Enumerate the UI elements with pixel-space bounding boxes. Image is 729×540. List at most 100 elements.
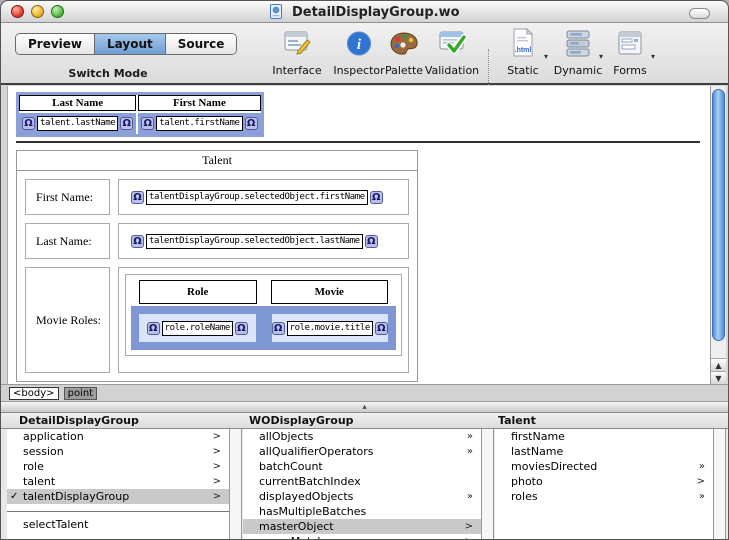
browser-item[interactable]: application >	[7, 429, 229, 444]
window-title-text: DetailDisplayGroup.wo	[291, 5, 460, 20]
browser-item[interactable]: hasMultipleBatches	[243, 504, 481, 519]
validation-label: Validation	[424, 64, 480, 77]
bound-check-icon: ✓	[10, 491, 19, 502]
browser-item[interactable]: firstName	[495, 429, 713, 444]
forms-button[interactable]: ▾ Forms	[593, 29, 667, 77]
wostring-element[interactable]: Ω talent.lastName Ω	[22, 116, 134, 131]
scroll-down-arrow[interactable]: ▼	[711, 371, 726, 384]
browser-column-talent[interactable]: firstName lastName moviesDirected» photo…	[495, 429, 713, 539]
scroll-up-arrow[interactable]: ▲	[711, 358, 726, 371]
browser-item[interactable]: talent >	[7, 474, 229, 489]
movie-roles-cell[interactable]: Role Movie Ω role.roleName Ω Ω role.movi…	[118, 267, 409, 373]
browser-item-selected[interactable]: masterObject >	[243, 519, 481, 534]
binding-icon: Ω	[120, 117, 134, 130]
browser-item[interactable]: allQualifierOperators»	[243, 444, 481, 459]
switch-mode-segmented-control: Preview Layout Source	[15, 33, 238, 55]
column-header[interactable]: Movie	[270, 280, 388, 304]
keys-actions-separator	[7, 511, 229, 512]
browser-item[interactable]: role >	[7, 459, 229, 474]
movie-roles-table[interactable]: Role Movie Ω role.roleName Ω Ω role.movi…	[125, 274, 402, 356]
browser-item[interactable]: roles»	[495, 489, 713, 504]
column-scrollbar[interactable]	[481, 429, 494, 539]
binding-icon: Ω	[146, 321, 160, 335]
segment-source[interactable]: Source	[165, 34, 237, 54]
pane-splitter[interactable]: ▴	[1, 401, 728, 413]
scrollbar-thumb[interactable]	[712, 89, 725, 341]
browser-item[interactable]: currentBatchIndex	[243, 474, 481, 489]
wostring-element[interactable]: Ω role.movie.title Ω	[271, 320, 388, 336]
talent-repetition-table[interactable]: Last Name First Name Ω talent.lastName Ω…	[16, 92, 264, 137]
window-title: DetailDisplayGroup.wo	[1, 4, 728, 23]
repetition-cell[interactable]: Ω role.movie.title Ω	[271, 314, 388, 342]
title-bar[interactable]: DetailDisplayGroup.wo	[1, 1, 728, 23]
field-label[interactable]: Last Name:	[25, 223, 110, 259]
browser-item[interactable]: session >	[7, 444, 229, 459]
layout-canvas[interactable]: Last Name First Name Ω talent.lastName Ω…	[7, 86, 726, 384]
browser-item[interactable]: lastName	[495, 444, 713, 459]
column-scrollbar[interactable]	[713, 429, 726, 539]
browser-column-detaildisplaygroup[interactable]: application > session > role > talent > ✓ tal…	[7, 429, 229, 539]
chevron-right-icon: >	[464, 521, 473, 532]
field-label[interactable]: Movie Roles:	[25, 267, 110, 373]
browser-item[interactable]: queryMatch>	[243, 534, 481, 539]
toolbar-toggle-pill[interactable]	[689, 8, 710, 19]
binding-keypath: talent.firstName	[156, 116, 243, 131]
binding-keypath: talentDisplayGroup.selectedObject.lastNa…	[146, 233, 363, 249]
browser-item-selected[interactable]: ✓ talentDisplayGroup >	[7, 489, 229, 504]
path-item-selected[interactable]: point	[63, 387, 98, 400]
wostring-element[interactable]: Ω role.roleName Ω	[146, 320, 248, 336]
repetition-cell[interactable]: Ω role.roleName Ω	[139, 314, 256, 342]
browser-item[interactable]: allObjects»	[243, 429, 481, 444]
browser-item[interactable]: photo >	[495, 474, 713, 489]
double-chevron-icon: »	[466, 446, 473, 457]
toolbar: Preview Layout Source Switch Mode Interf…	[1, 23, 728, 103]
column-scrollbar[interactable]	[229, 429, 242, 539]
canvas-vertical-scrollbar[interactable]: ▲ ▼	[710, 86, 726, 384]
webobjects-builder-window: DetailDisplayGroup.wo Preview Layout Sou…	[0, 0, 729, 540]
static-html-icon: .html	[511, 27, 535, 61]
column-header[interactable]: First Name	[138, 95, 261, 111]
binding-keypath: role.movie.title	[286, 320, 373, 336]
chevron-right-icon: >	[212, 431, 221, 442]
dropdown-arrow-icon: ▾	[650, 52, 655, 61]
browser-column-title: WODisplayGroup	[249, 414, 354, 427]
double-chevron-icon: »	[466, 431, 473, 442]
switch-mode-caption: Switch Mode	[68, 67, 148, 80]
field-cell[interactable]: Ω talentDisplayGroup.selectedObject.last…	[118, 223, 409, 259]
double-chevron-icon: »	[698, 461, 705, 472]
segment-layout[interactable]: Layout	[95, 34, 166, 54]
chevron-right-icon: >	[212, 491, 221, 502]
binding-keypath: talent.lastName	[37, 116, 119, 131]
binding-icon: Ω	[374, 321, 388, 335]
browser-item[interactable]: moviesDirected»	[495, 459, 713, 474]
wostring-element[interactable]: Ω talentDisplayGroup.selectedObject.last…	[131, 233, 378, 249]
binding-icon: Ω	[271, 321, 285, 335]
horizontal-rule[interactable]	[16, 141, 700, 143]
browser-action-item[interactable]: selectTalent	[7, 517, 229, 532]
field-label[interactable]: First Name:	[25, 179, 110, 215]
column-header[interactable]: Role	[139, 280, 257, 304]
validation-button[interactable]: Validation	[415, 29, 489, 77]
repetition-cell[interactable]: Ω talent.firstName Ω	[138, 113, 261, 134]
table-title[interactable]: Talent	[17, 151, 417, 171]
browser-item[interactable]: batchCount	[243, 459, 481, 474]
forms-label: Forms	[613, 64, 647, 77]
column-header[interactable]: Last Name	[19, 95, 137, 111]
browser-column-wodisplaygroup[interactable]: allObjects» allQualifierOperators» batch…	[243, 429, 481, 539]
double-chevron-icon: »	[466, 491, 473, 502]
chevron-right-icon: >	[696, 476, 705, 487]
wostring-element[interactable]: Ω talent.firstName Ω	[141, 116, 258, 131]
binding-icon: Ω	[141, 117, 155, 130]
repetition-cell[interactable]: Ω talent.lastName Ω	[19, 113, 137, 134]
wostring-element[interactable]: Ω talentDisplayGroup.selectedObject.firs…	[131, 189, 383, 205]
browser-item[interactable]: displayedObjects»	[243, 489, 481, 504]
talent-form-table[interactable]: Talent First Name: Ω talentDisplayGroup.…	[16, 150, 418, 382]
field-cell[interactable]: Ω talentDisplayGroup.selectedObject.firs…	[118, 179, 409, 215]
collapse-triangle-icon[interactable]: ▴	[362, 402, 366, 411]
selected-repetition-row[interactable]: Ω role.roleName Ω Ω role.movie.title Ω	[131, 306, 396, 350]
path-item-body[interactable]: <body>	[9, 387, 59, 400]
segment-preview[interactable]: Preview	[16, 34, 96, 54]
double-chevron-icon: »	[698, 491, 705, 502]
chevron-right-icon: >	[465, 536, 473, 539]
binding-icon: Ω	[244, 117, 258, 130]
